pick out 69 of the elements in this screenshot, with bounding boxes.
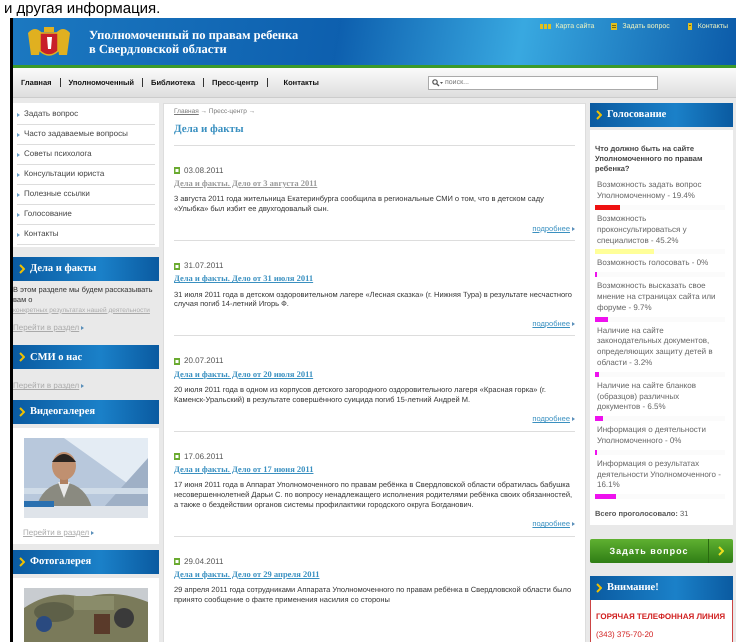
bullet-icon (17, 232, 20, 236)
poll-option: Наличие на сайте законодательных документов, определяющих защиту детей в области - 3.2% (595, 326, 723, 369)
poll-option: Возможность высказать свое мнение на страницах сайта или форуме - 9.7% (595, 281, 723, 314)
article-date: 31.07.2011 (184, 261, 224, 272)
bullet-icon (17, 192, 20, 196)
arrow-icon (81, 326, 84, 330)
document-icon (174, 558, 180, 566)
sidebar-menu-item[interactable]: Задать вопрос (17, 105, 155, 125)
arrow-icon (572, 417, 575, 422)
arrow-icon (91, 530, 94, 535)
sidebar-menu-item[interactable]: Контакты (17, 225, 155, 245)
arrow-icon (572, 226, 575, 231)
article-date: 29.04.2011 (184, 556, 224, 568)
chevron-icon (19, 557, 25, 568)
poll-option: Информация о деятельности Уполномоченного - 0% (595, 425, 723, 447)
site-title: в Свердловской области (89, 42, 227, 56)
chevron-icon (19, 406, 25, 417)
hotline-title: ГОРЯЧАЯ ТЕЛЕФОННАЯ ЛИНИЯ (596, 612, 726, 622)
ask-question-button[interactable]: Задать вопрос (590, 538, 733, 563)
sitemap-icon (540, 23, 552, 30)
poll-option: Наличие на сайте бланков (образцов) различных документов - 6.5% (595, 380, 723, 414)
document-icon (610, 23, 618, 30)
caption-text: и другая информация. (4, 0, 160, 18)
bullet-icon (17, 172, 20, 176)
article-date: 17.06.2011 (184, 452, 224, 462)
sidebar-menu-item[interactable]: Часто задаваемые вопросы (17, 125, 155, 145)
section-title: Фотогалерея (30, 555, 92, 569)
poll-option: Возможность задать вопрос Уполномоченному - 19.4% (595, 180, 723, 202)
article-title[interactable]: Дела и факты. Дело от 17 июня 2011 (174, 464, 314, 476)
section-link[interactable]: Перейти в раздел (23, 528, 90, 537)
article-date: 03.08.2011 (184, 166, 224, 176)
document-icon (174, 262, 180, 270)
bullet-icon (17, 152, 20, 156)
arrow-icon (572, 522, 575, 526)
article-title[interactable]: Дела и факты. Дело от 20 июля 2011 (174, 368, 314, 380)
search-icon (432, 78, 443, 86)
sidebar-menu-item[interactable]: Голосование (17, 205, 155, 225)
document-icon (174, 453, 180, 460)
section-title: СМИ о нас (30, 350, 82, 364)
chevron-icon (596, 582, 602, 593)
poll-option: Информация о результатах деятельности Уполномоченного - 16.1% (595, 458, 723, 492)
article-title[interactable]: Дела и факты. Дело от 3 августа 2011 (174, 178, 318, 190)
chevron-icon (19, 264, 25, 274)
coat-of-arms-icon (25, 24, 73, 58)
poll-option: Возможность проконсультироваться у специалистов - 45.2% (595, 214, 723, 246)
phone-number: (343) 375-70-20 (596, 630, 654, 641)
page-title: Дела и факты (174, 122, 245, 137)
section-title: Дела и факты (30, 262, 96, 276)
site-title: Уполномоченный по правам ребенка (89, 28, 298, 42)
chevron-icon (718, 546, 724, 556)
sidebar-menu-item[interactable]: Советы психолога (17, 145, 155, 165)
bullet-icon (17, 212, 20, 216)
poll-option: Возможность голосовать - 0% (595, 258, 723, 270)
arrow-icon (81, 384, 84, 388)
sidebar-menu-item[interactable]: Консультации юриста (17, 165, 155, 185)
article-date: 20.07.2011 (184, 356, 224, 367)
article-title[interactable]: Дела и факты. Дело от 29 апреля 2011 (174, 569, 320, 580)
section-title: Голосование (607, 108, 666, 122)
chevron-icon (596, 110, 602, 120)
chevron-icon (19, 352, 25, 362)
article-title[interactable]: Дела и факты. Дело от 31 июля 2011 (174, 273, 314, 284)
sidebar-menu-item[interactable]: Полезные ссылки (17, 185, 155, 205)
bullet-icon (17, 132, 20, 136)
bullet-icon (17, 112, 20, 116)
arrow-icon (572, 322, 575, 326)
document-icon (174, 358, 180, 366)
document-icon (174, 167, 180, 174)
section-title: Внимание! (607, 581, 659, 595)
section-title: Видеогалерея (30, 404, 96, 419)
